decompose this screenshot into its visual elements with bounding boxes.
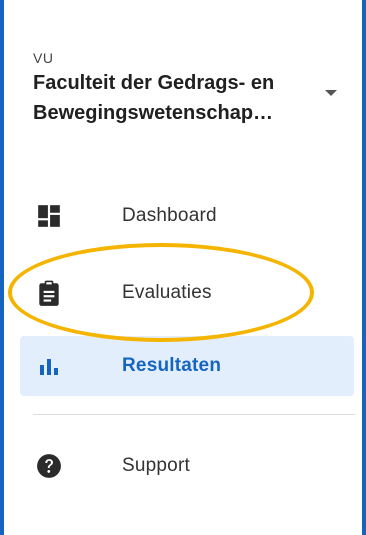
sidebar-item-evaluaties[interactable]: Evaluaties <box>20 263 354 323</box>
sidebar-panel: VU Faculteit der Gedrags- en Bewegingswe… <box>0 0 366 535</box>
sidebar-item-support[interactable]: Support <box>20 436 354 496</box>
sidebar-item-label: Resultaten <box>122 355 222 376</box>
sidebar-item-label: Evaluaties <box>122 282 212 303</box>
bar-chart-icon <box>34 351 64 381</box>
clipboard-icon <box>34 278 64 308</box>
sidebar-item-label: Support <box>122 455 190 476</box>
dashboard-icon <box>34 201 64 231</box>
sidebar-item-label: Dashboard <box>122 205 217 226</box>
chevron-down-icon[interactable] <box>325 90 337 96</box>
organization-switcher[interactable]: VU Faculteit der Gedrags- en Bewegingswe… <box>33 48 343 128</box>
divider <box>33 414 355 415</box>
organization-short-name: VU <box>33 50 54 66</box>
help-icon <box>34 451 64 481</box>
organization-name: Faculteit der Gedrags- en Bewegingsweten… <box>33 72 275 124</box>
sidebar-item-dashboard[interactable]: Dashboard <box>20 186 354 246</box>
sidebar-item-resultaten[interactable]: Resultaten <box>20 336 354 396</box>
